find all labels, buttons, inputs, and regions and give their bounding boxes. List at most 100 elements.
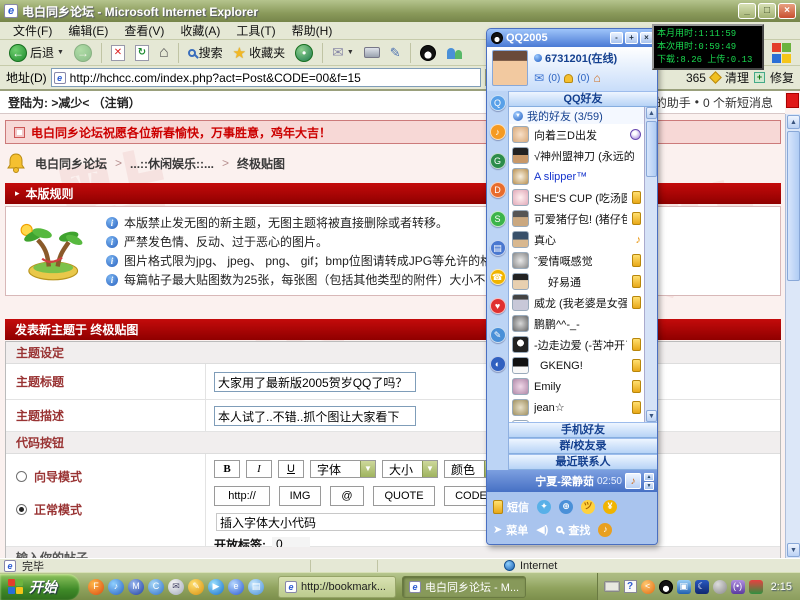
mobile-friends-bar[interactable]: 手机好友 <box>509 422 657 438</box>
menu-button[interactable]: ➤ 菜单 <box>493 522 528 538</box>
scroll-down-icon[interactable]: ▼ <box>646 410 657 422</box>
buddy-row[interactable]: GKENG! <box>509 355 644 376</box>
buddy-row[interactable]: 真心♪ <box>509 229 644 250</box>
img-button[interactable]: IMG <box>279 486 321 506</box>
home-button[interactable]: ⌂ <box>156 43 172 63</box>
back-button[interactable]: ← 后退 ▼ <box>6 43 67 63</box>
network-disk-tab-icon[interactable]: D <box>490 182 506 198</box>
tool-badge-icon[interactable]: ✎ <box>188 579 204 595</box>
scroll-up-icon[interactable]: ▲ <box>787 115 800 129</box>
font-select[interactable]: 字体 ▼ <box>310 460 376 478</box>
tag-hint-field[interactable] <box>216 513 516 531</box>
menu-file[interactable]: 文件(F) <box>6 21 59 40</box>
keyboard-layout-icon[interactable] <box>604 581 620 592</box>
topic-title-input[interactable] <box>214 372 416 392</box>
qq-launcher-button[interactable] <box>417 44 439 62</box>
clean-button[interactable]: 清理 <box>725 69 749 86</box>
stop-button[interactable]: ✕ <box>108 44 128 62</box>
scroll-down-icon[interactable]: ▼ <box>787 543 800 557</box>
groups-bar[interactable]: 群/校友录 <box>509 438 657 454</box>
buddy-row[interactable]: 可爱猪仔包! (猪仔包 <box>509 208 644 229</box>
qq-show-tab-icon[interactable]: S <box>490 211 506 227</box>
qq-coin-icon[interactable]: ¥ <box>603 500 617 514</box>
speaker-icon[interactable]: ◀) <box>536 523 548 536</box>
qq-minimize-button[interactable]: - <box>610 32 623 44</box>
tray-traffic-icon[interactable] <box>749 580 763 594</box>
tray-signal-icon[interactable]: (•) <box>731 580 745 594</box>
page-scrollbar[interactable]: ▲ ▼ <box>785 114 800 558</box>
new-message-link[interactable]: 0 个新短消息 <box>703 94 773 111</box>
start-button[interactable]: 开始 <box>0 574 80 600</box>
music-ticker[interactable]: 宁夏-梁静茹 02:50 ♪ ▲ ▼ <box>487 470 657 492</box>
browser-icon[interactable]: C <box>148 579 164 595</box>
tray-qq-icon[interactable] <box>659 580 673 594</box>
search-button[interactable]: 搜索 <box>185 43 226 62</box>
scrollbar-thumb[interactable] <box>787 131 800 281</box>
bold-button[interactable]: B <box>214 460 240 478</box>
qq-window[interactable]: QQ2005 - + × 6731201(在线) ✉ (0) (0) ⌂ <box>486 28 658 545</box>
scroll-up-icon[interactable]: ▲ <box>646 107 657 119</box>
buddy-row[interactable]: 向着三D出发 <box>509 124 644 145</box>
qq-alert-bell-icon[interactable] <box>564 74 573 83</box>
edit-button[interactable]: ✎ <box>387 44 404 62</box>
chat-face-icon[interactable]: ツ <box>581 500 595 514</box>
history-button[interactable]: • <box>292 43 316 63</box>
buddy-row[interactable]: Emily <box>509 376 644 397</box>
buddy-row[interactable]: ˇ爱情嘅感觉 <box>509 250 644 271</box>
browser-tab-icon[interactable]: ◐ <box>490 356 506 372</box>
qq-expand-button[interactable]: + <box>625 32 638 44</box>
media-player-icon[interactable]: ♪ <box>108 579 124 595</box>
recent-contacts-bar[interactable]: 最近联系人 <box>509 454 657 470</box>
menu-tools[interactable]: 工具(T) <box>229 21 282 40</box>
italic-button[interactable]: I <box>246 460 272 478</box>
qq-titlebar[interactable]: QQ2005 - + × <box>487 29 657 47</box>
qq-game-tab-icon[interactable]: G <box>490 153 506 169</box>
ticker-up-icon[interactable]: ▲ <box>644 473 654 481</box>
quote-button[interactable]: QUOTE <box>373 486 435 506</box>
at-button[interactable]: @ <box>330 486 364 506</box>
mobile-tab-icon[interactable]: ☎ <box>490 269 506 285</box>
menu-favorites[interactable]: 收藏(A) <box>173 21 227 40</box>
tray-clock[interactable]: 2:15 <box>771 581 792 593</box>
ime-help-icon[interactable]: ? <box>624 580 637 593</box>
mail-dropdown-icon[interactable]: ▼ <box>347 49 354 56</box>
menu-view[interactable]: 查看(V) <box>117 21 171 40</box>
back-dropdown-icon[interactable]: ▼ <box>57 49 64 56</box>
tray-orange-icon[interactable]: < <box>641 580 655 594</box>
breadcrumb-category[interactable]: ...::休闲娱乐::... <box>130 155 214 172</box>
tray-gray-icon[interactable] <box>713 580 727 594</box>
windows-media-icon[interactable]: ▶ <box>208 579 224 595</box>
buddy-row[interactable]: A slipper™ <box>509 166 644 187</box>
task-button-bookmark[interactable]: e http://bookmark... <box>278 576 396 598</box>
http-button[interactable]: http:// <box>214 486 270 506</box>
tray-network-icon[interactable]: ▣ <box>677 580 691 594</box>
buddy-row[interactable]: -边走边爱 (-苦冲开了 <box>509 334 644 355</box>
firefox-icon[interactable]: F <box>88 579 104 595</box>
find-button[interactable]: 查找 <box>556 522 590 538</box>
folder-icon[interactable]: ▤ <box>248 579 264 595</box>
favorites-button[interactable]: ★ 收藏夹 <box>230 43 288 63</box>
qq-home-icon[interactable]: ⌂ <box>594 71 601 85</box>
qq-main-tab-icon[interactable]: Q <box>490 95 506 111</box>
wizard-mode-radio[interactable] <box>16 471 27 482</box>
print-button[interactable] <box>361 46 383 59</box>
buddy-list-scrollbar[interactable]: ▲ ▼ <box>644 107 657 422</box>
underline-button[interactable]: U <box>278 460 304 478</box>
buddy-row[interactable]: 鹏鹏^^-_- <box>509 313 644 334</box>
buddy-group-header[interactable]: ▼ 我的好友 (3/59) <box>509 107 644 124</box>
minimize-button[interactable]: _ <box>738 3 756 19</box>
breadcrumb-board[interactable]: 终极贴图 <box>237 155 285 172</box>
collapse-icon[interactable]: ▼ <box>513 111 523 121</box>
refresh-button[interactable]: ↻ <box>132 44 152 62</box>
mail-button[interactable]: ✉▼ <box>329 43 357 62</box>
messenger-button[interactable] <box>443 44 465 62</box>
love-tab-icon[interactable]: ♥ <box>490 298 506 314</box>
music-tab-icon[interactable]: ♪ <box>490 124 506 140</box>
ie-quick-icon[interactable]: e <box>228 579 244 595</box>
buddy-row[interactable]: 好易通 <box>509 271 644 292</box>
browser-compass-icon[interactable]: ✦ <box>537 500 551 514</box>
menu-edit[interactable]: 编辑(E) <box>61 21 115 40</box>
scrollbar-thumb[interactable] <box>646 121 657 177</box>
buddy-row[interactable]: jean☆ <box>509 397 644 418</box>
close-button[interactable]: × <box>778 3 796 19</box>
